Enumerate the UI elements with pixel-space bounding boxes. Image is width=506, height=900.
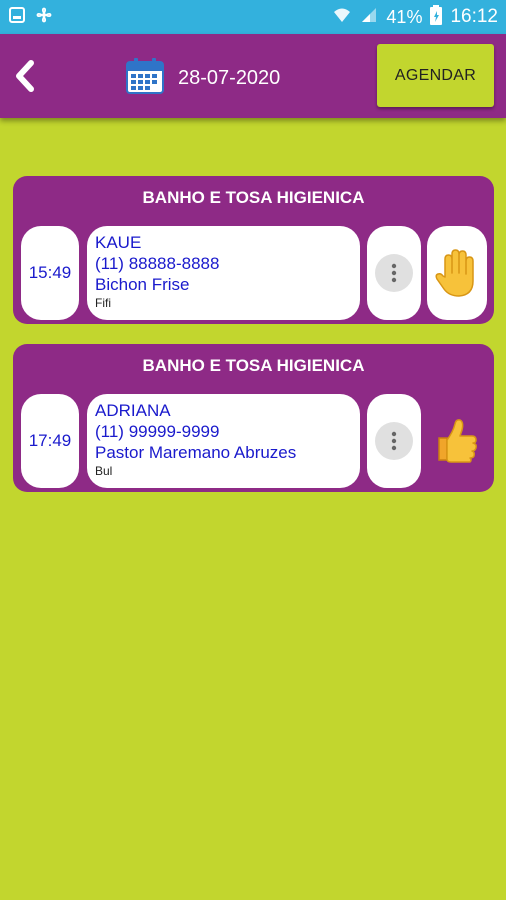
signal-icon (360, 6, 378, 29)
battery-icon (430, 4, 443, 30)
more-vertical-icon (391, 263, 397, 283)
thumbs-up-icon (438, 419, 477, 463)
pet-name: Bul (95, 464, 113, 478)
gallery-notification-icon (8, 6, 26, 29)
appointment-time: 17:49 (21, 394, 79, 488)
options-button[interactable] (367, 226, 421, 320)
pet-name: Fifi (95, 296, 111, 310)
options-button[interactable] (367, 394, 421, 488)
selected-date[interactable]: 28-07-2020 (178, 67, 280, 90)
client-info[interactable]: KAUE (11) 88888-8888 Bichon Frise Fifi (87, 226, 360, 320)
service-title: BANHO E TOSA HIGIENICA (142, 356, 365, 375)
service-title: BANHO E TOSA HIGIENICA (142, 188, 365, 207)
calendar-icon[interactable] (126, 58, 164, 94)
client-phone: (11) 99999-9999 (95, 422, 220, 441)
pet-breed: Pastor Maremano Abruzes (95, 443, 297, 462)
client-name: ADRIANA (95, 401, 171, 420)
client-info[interactable]: ADRIANA (11) 99999-9999 Pastor Maremano … (87, 394, 360, 488)
agendar-button[interactable]: AGENDAR (377, 44, 494, 107)
fan-notification-icon (34, 5, 54, 30)
raised-hand-icon (435, 249, 474, 297)
clock: 16:12 (450, 6, 498, 27)
battery-percent: 41% (386, 6, 423, 27)
appointment-time: 15:49 (21, 226, 79, 320)
back-button[interactable] (8, 56, 42, 96)
appointment-card[interactable]: BANHO E TOSA HIGIENICA 15:49 KAUE (11) 8… (13, 176, 494, 324)
appointment-card[interactable]: BANHO E TOSA HIGIENICA 17:49 ADRIANA (11… (13, 344, 494, 492)
pet-breed: Bichon Frise (95, 275, 190, 294)
client-phone: (11) 88888-8888 (95, 254, 220, 273)
more-vertical-icon (391, 431, 397, 451)
chevron-left-icon (16, 60, 34, 92)
status-bar: 41% 16:12 (0, 0, 506, 34)
wifi-icon (332, 6, 352, 29)
status-button[interactable] (427, 394, 487, 488)
client-name: KAUE (95, 233, 142, 252)
status-button[interactable] (427, 226, 487, 320)
app-header: 28-07-2020 AGENDAR (0, 34, 506, 118)
